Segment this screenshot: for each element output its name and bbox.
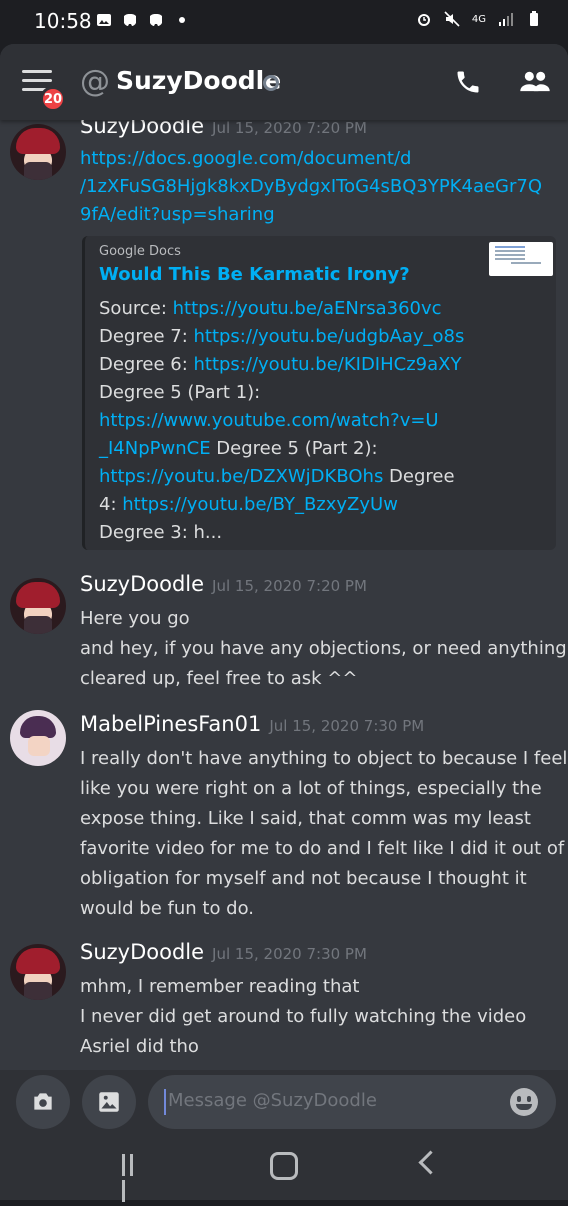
message-text: I really don't have anything to object t…	[80, 748, 568, 769]
embed-link[interactable]: https://youtu.be/aENrsa360vc	[173, 298, 442, 319]
message-link[interactable]: https://docs.google.com/document/d	[80, 148, 411, 169]
link-embed: Google Docs Would This Be Karmatic Irony…	[82, 236, 556, 550]
embed-link[interactable]: https://youtu.be/DZXWjDKBOhs	[99, 466, 383, 487]
author-name[interactable]: SuzyDoodle	[80, 940, 204, 964]
message-header: MabelPinesFan01 Jul 15, 2020 7:30 PM	[80, 712, 424, 736]
message-header: SuzyDoodle Jul 15, 2020 7:30 PM	[80, 940, 367, 964]
message-link[interactable]: 9fA/edit?usp=sharing	[80, 204, 275, 225]
timestamp: Jul 15, 2020 7:30 PM	[269, 717, 425, 735]
author-name[interactable]: SuzyDoodle	[80, 120, 204, 138]
embed-provider: Google Docs	[99, 244, 181, 259]
embed-line: _I4NpPwnCE Degree 5 (Part 2):	[99, 438, 378, 459]
network-type: 4G	[471, 13, 486, 25]
camera-button[interactable]	[16, 1075, 70, 1129]
recent-apps-icon[interactable]	[122, 1154, 144, 1202]
offline-status-icon	[263, 75, 279, 91]
at-icon: @	[80, 64, 110, 99]
message-input[interactable]: Message @SuzyDoodle	[148, 1075, 556, 1129]
home-icon[interactable]	[270, 1152, 298, 1180]
message-text: favorite video for me to do and I felt l…	[80, 838, 565, 859]
embed-line: https://youtu.be/DZXWjDKBOhs Degree	[99, 466, 455, 487]
signal-icon	[499, 13, 513, 26]
embed-link[interactable]: https://youtu.be/KIDIHCz9aXY	[193, 354, 461, 375]
embed-text: Source:	[99, 298, 173, 319]
message-text: Here you go	[80, 608, 190, 629]
status-system-icons: 4G	[416, 11, 542, 27]
embed-link[interactable]: _I4NpPwnCE	[99, 438, 211, 459]
image-button[interactable]	[82, 1075, 136, 1129]
message-placeholder: Message @SuzyDoodle	[168, 1090, 377, 1111]
dm-window: 20 @ SuzyDoodle SuzyDoodle Jul 15, 2020 7…	[0, 44, 568, 1134]
message-text: mhm, I remember reading that	[80, 976, 360, 997]
status-notification-icons	[96, 12, 190, 28]
message-link[interactable]: /1zXFuSG8Hjgk8kxDyBydgxIToG4sBQ3YPK4aeGr…	[80, 176, 542, 197]
embed-text: Degree	[383, 466, 455, 487]
embed-text: Degree 5 (Part 2):	[210, 438, 378, 459]
timestamp: Jul 15, 2020 7:20 PM	[212, 120, 367, 137]
phone-icon[interactable]	[454, 68, 482, 96]
status-bar: 10:58 4G	[0, 0, 568, 42]
message-text: like you were right on a lot of things, …	[80, 778, 542, 799]
embed-thumbnail[interactable]	[489, 242, 553, 276]
embed-line: 4: https://youtu.be/BY_BzxyZyUw	[99, 494, 398, 515]
discord-icon	[150, 14, 162, 26]
embed-text: Degree 3: h...	[99, 522, 223, 543]
system-nav-bar	[0, 1134, 568, 1202]
status-time: 10:58	[34, 9, 92, 33]
avatar[interactable]	[10, 710, 66, 766]
embed-link[interactable]: https://youtu.be/udgbAay_o8s	[193, 326, 464, 347]
back-icon[interactable]	[418, 1150, 443, 1175]
message-text: expose thing. Like I said, that comm was…	[80, 808, 531, 829]
embed-text: Degree 5 (Part 1):	[99, 382, 261, 403]
image-icon	[99, 1092, 119, 1112]
discord-icon	[124, 14, 136, 26]
avatar[interactable]	[10, 124, 66, 180]
embed-link[interactable]: https://www.youtube.com/watch?v=U	[99, 410, 439, 431]
notification-badge: 20	[40, 86, 66, 112]
embed-text: Degree 6:	[99, 354, 194, 375]
embed-text: Degree 7:	[99, 326, 194, 347]
message-text: obligation for myself and not because I …	[80, 868, 527, 889]
timestamp: Jul 15, 2020 7:30 PM	[212, 945, 367, 963]
author-name[interactable]: MabelPinesFan01	[80, 712, 261, 736]
dot-icon	[179, 17, 185, 23]
message-header: SuzyDoodle Jul 15, 2020 7:20 PM	[80, 572, 367, 596]
message-list[interactable]: SuzyDoodle Jul 15, 2020 7:20 PM https://d…	[0, 120, 568, 1070]
embed-link[interactable]: https://youtu.be/BY_BzxyZyUw	[122, 494, 398, 515]
members-icon[interactable]	[518, 68, 552, 96]
embed-line: Source: https://youtu.be/aENrsa360vc	[99, 298, 442, 319]
text-caret	[164, 1089, 166, 1115]
camera-icon	[34, 1093, 52, 1110]
emoji-icon[interactable]	[510, 1088, 538, 1116]
embed-line: Degree 5 (Part 1):	[99, 382, 260, 403]
alarm-icon	[417, 14, 430, 26]
embed-line: Degree 3: h...	[99, 522, 222, 543]
message-text: and hey, if you have any objections, or …	[80, 638, 567, 659]
avatar[interactable]	[10, 944, 66, 1000]
message-text: I never did get around to fully watching…	[80, 1006, 527, 1027]
channel-header: 20 @ SuzyDoodle	[0, 44, 568, 120]
message-header: SuzyDoodle Jul 15, 2020 7:20 PM	[80, 120, 367, 138]
message-composer: Message @SuzyDoodle	[0, 1070, 568, 1134]
avatar[interactable]	[10, 578, 66, 634]
embed-text: 4:	[99, 494, 123, 515]
embed-title[interactable]: Would This Be Karmatic Irony?	[99, 264, 410, 285]
mute-icon	[444, 11, 460, 27]
gallery-icon	[97, 14, 111, 26]
battery-icon	[530, 11, 538, 26]
page-title: SuzyDoodle	[116, 66, 282, 95]
message-text: would be fun to do.	[80, 898, 255, 919]
timestamp: Jul 15, 2020 7:20 PM	[212, 577, 367, 595]
message-text: Asriel did tho	[80, 1036, 199, 1057]
embed-line: https://www.youtube.com/watch?v=U	[99, 410, 439, 431]
embed-line: Degree 6: https://youtu.be/KIDIHCz9aXY	[99, 354, 461, 375]
embed-line: Degree 7: https://youtu.be/udgbAay_o8s	[99, 326, 464, 347]
author-name[interactable]: SuzyDoodle	[80, 572, 204, 596]
message-text: cleared up, feel free to ask ^^	[80, 668, 358, 689]
